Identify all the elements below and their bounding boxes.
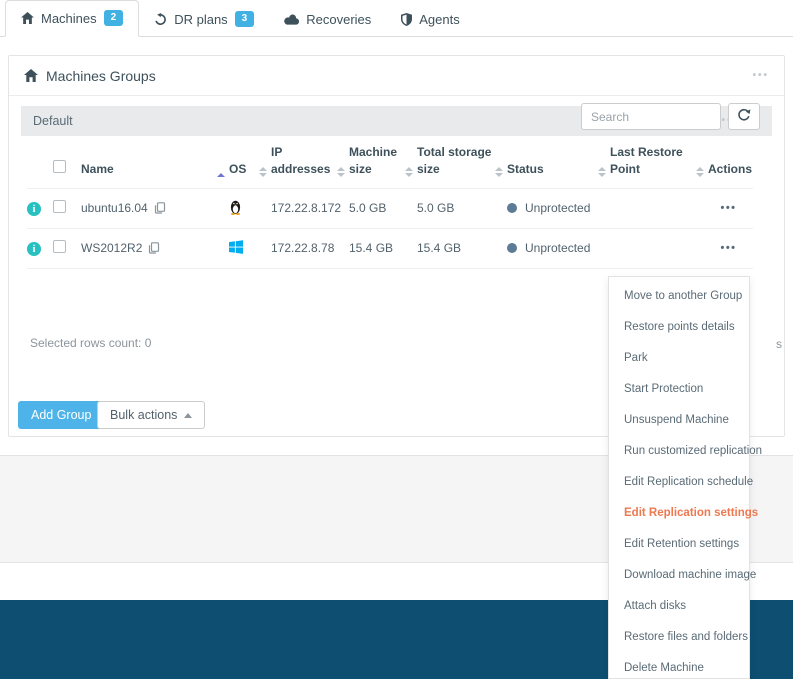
ip-address: 172.22.8.78 — [271, 241, 335, 256]
column-name[interactable]: Name — [81, 140, 229, 188]
shield-icon — [401, 13, 413, 26]
tab-label: Machines — [41, 10, 97, 26]
sort-icon[interactable] — [337, 166, 345, 179]
refresh-button[interactable] — [728, 103, 760, 130]
tab-count-badge: 2 — [103, 10, 124, 26]
sort-icon[interactable] — [696, 166, 704, 179]
menu-item-attach-disks[interactable]: Attach disks — [609, 591, 749, 622]
menu-item-start-protection[interactable]: Start Protection — [609, 374, 749, 405]
card-header: Machines Groups ••• — [9, 56, 784, 96]
tab-machines[interactable]: Machines 2 — [5, 0, 140, 37]
menu-item-move-to-another-group[interactable]: Move to another Group — [609, 281, 749, 312]
windows-icon — [229, 239, 243, 257]
status-label: Unprotected — [525, 241, 591, 256]
menu-item-run-customized-replication[interactable]: Run customized replication — [609, 436, 762, 467]
status-dot — [507, 203, 517, 214]
menu-item-unsuspend-machine[interactable]: Unsuspend Machine — [609, 405, 749, 436]
column-actions: Actions — [708, 162, 753, 177]
copy-icon[interactable] — [154, 202, 166, 214]
sort-icon[interactable] — [495, 166, 503, 179]
menu-item-edit-replication-schedule[interactable]: Edit Replication schedule — [609, 467, 753, 498]
info-column-header — [27, 140, 53, 188]
machine-size: 15.4 GB — [349, 241, 394, 256]
tab-agents[interactable]: Agents — [386, 3, 474, 37]
linux-icon — [229, 200, 242, 218]
table-row: i ubuntu16.04 172.22.8.172 5.0 GB 5.0 GB… — [27, 187, 753, 229]
column-total-storage-size[interactable]: Total storage size — [417, 140, 507, 188]
row-actions-menu[interactable]: ••• — [708, 242, 749, 254]
menu-item-restore-files-and-folders[interactable]: Restore files and folders — [609, 622, 749, 653]
search-input[interactable] — [581, 103, 721, 130]
top-tab-bar: Machines 2 DR plans 3 Recoveries Agents — [0, 0, 793, 37]
table-header-row: Name OS IP addresses Machine size Total … — [27, 140, 753, 188]
row-checkbox[interactable] — [53, 240, 66, 254]
column-ip-addresses[interactable]: IP addresses — [271, 140, 349, 188]
table-row: i WS2012R2 172.22.8.78 15.4 GB 15.4 GB U… — [27, 227, 753, 269]
tab-dr-plans[interactable]: DR plans 3 — [139, 2, 269, 37]
sort-icon[interactable] — [259, 166, 267, 179]
card-menu-dots[interactable]: ••• — [752, 70, 769, 81]
row-actions-menu[interactable]: ••• — [708, 202, 749, 214]
column-machine-size[interactable]: Machine size — [349, 140, 417, 188]
tab-recoveries[interactable]: Recoveries — [269, 3, 386, 37]
sort-asc-icon[interactable] — [217, 172, 225, 179]
tab-label: Recoveries — [306, 12, 372, 27]
home-icon — [24, 69, 38, 82]
menu-item-park[interactable]: Park — [609, 343, 749, 374]
cloud-icon — [284, 14, 300, 25]
column-last-restore-point[interactable]: Last Restore Point — [610, 140, 708, 188]
machine-name: ubuntu16.04 — [81, 201, 148, 216]
refresh-icon — [737, 108, 751, 125]
home-icon — [21, 12, 34, 24]
history-icon — [154, 12, 167, 26]
tab-label: Agents — [419, 12, 460, 27]
tab-count-badge: 3 — [234, 11, 255, 27]
ip-address: 172.22.8.172 — [271, 201, 342, 216]
menu-item-edit-retention-settings[interactable]: Edit Retention settings — [609, 529, 749, 560]
machine-size: 5.0 GB — [349, 201, 387, 216]
select-all-header — [53, 140, 81, 188]
bulk-actions-button[interactable]: Bulk actions — [97, 401, 206, 429]
machine-name: WS2012R2 — [81, 241, 143, 256]
sort-icon[interactable] — [405, 166, 413, 179]
status-label: Unprotected — [525, 201, 591, 216]
select-all-checkbox[interactable] — [53, 160, 66, 174]
copy-icon[interactable] — [148, 242, 160, 254]
add-group-button[interactable]: Add Group — [18, 401, 105, 429]
status-dot — [507, 243, 517, 254]
column-status[interactable]: Status — [507, 140, 610, 188]
selected-rows-count: Selected rows count: 0 — [30, 336, 152, 350]
menu-item-edit-replication-settings[interactable]: Edit Replication settings — [609, 498, 758, 529]
tab-label: DR plans — [174, 11, 228, 27]
menu-item-download-machine-image[interactable]: Download machine image — [609, 560, 756, 591]
card-title: Machines Groups — [46, 67, 156, 84]
row-context-menu: Move to another Group Restore points det… — [608, 276, 762, 679]
row-checkbox[interactable] — [53, 200, 66, 214]
info-icon[interactable]: i — [27, 242, 41, 257]
total-storage-size: 5.0 GB — [417, 201, 455, 216]
column-os[interactable]: OS — [229, 140, 271, 188]
menu-item-delete-machine[interactable]: Delete Machine — [609, 653, 749, 679]
group-title: Default — [33, 114, 73, 128]
table-toolbar — [581, 103, 760, 130]
sort-icon[interactable] — [598, 166, 606, 179]
info-icon[interactable]: i — [27, 202, 41, 217]
caret-up-icon — [184, 412, 193, 418]
machines-table: Name OS IP addresses Machine size Total … — [27, 140, 753, 269]
total-storage-size: 15.4 GB — [417, 241, 462, 256]
menu-item-restore-points-details[interactable]: Restore points details — [609, 312, 749, 343]
partial-text-fragment: s — [776, 337, 782, 351]
